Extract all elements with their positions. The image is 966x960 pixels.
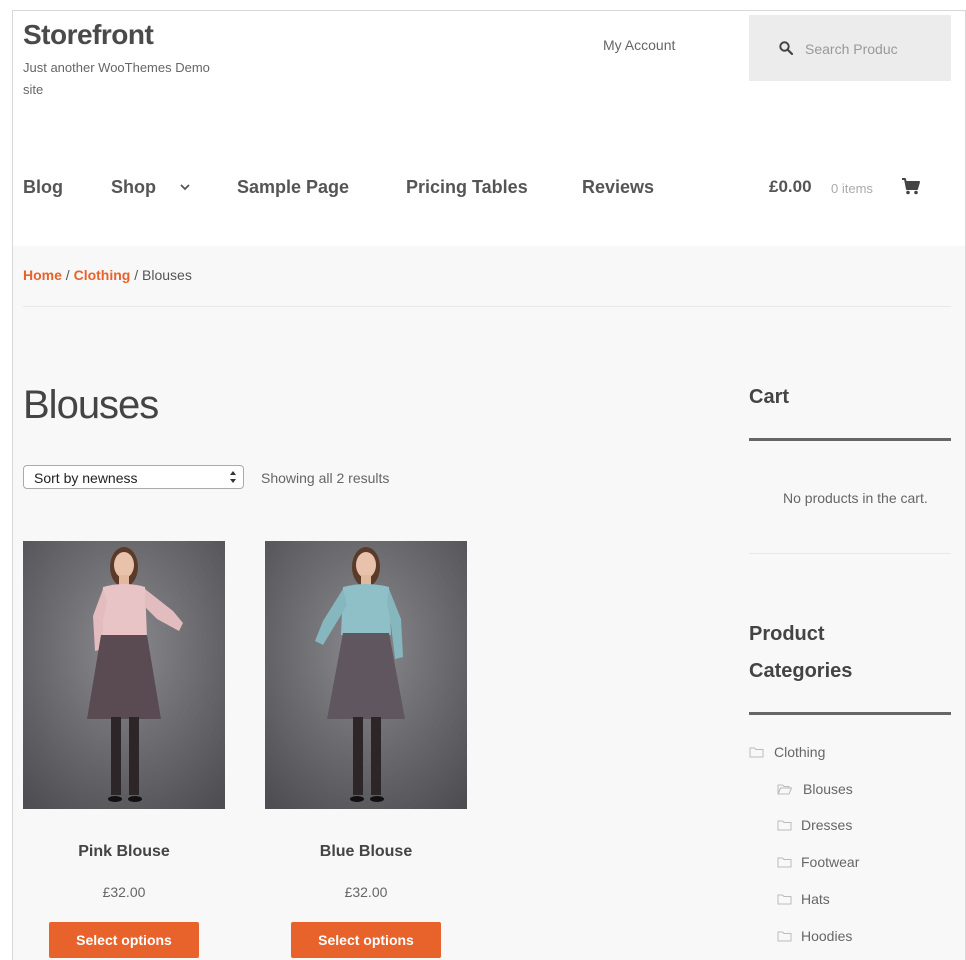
category-item-hoodies[interactable]: Hoodies [801,928,852,944]
breadcrumb-divider [23,306,951,307]
sort-select[interactable]: Sort by newness [23,465,244,489]
breadcrumb-current: Blouses [142,267,192,283]
site-description: Just another WooThemes Demo site [23,60,210,97]
breadcrumb-separator: / [130,267,143,283]
folder-icon [749,747,764,758]
categories-widget-divider [749,712,951,715]
cart-widget-bottom-divider [749,553,951,554]
product-price: £32.00 [102,884,146,900]
folder-icon [777,894,792,905]
select-options-button[interactable]: Select options [291,922,441,958]
nav-item-shop[interactable]: Shop [111,177,156,198]
page-title: Blouses [23,383,159,427]
page-frame: Storefront Just another WooThemes Demo s… [12,10,966,960]
folder-icon [777,820,792,831]
breadcrumb: Home / Clothing / Blouses [23,267,192,283]
category-item-dresses[interactable]: Dresses [801,817,852,833]
site-title[interactable]: Storefront [23,19,154,51]
header-cart-amount[interactable]: £0.00 [769,177,812,197]
product-name[interactable]: Blue Blouse [265,843,467,861]
breadcrumb-home[interactable]: Home [23,267,62,283]
sort-select-value: Sort by newness [34,470,138,486]
cart-widget-title: Cart [749,386,790,408]
category-item-hats[interactable]: Hats [801,891,830,907]
chevron-down-icon[interactable] [180,183,190,191]
breadcrumb-separator: / [61,267,74,283]
select-options-button[interactable]: Select options [49,922,199,958]
category-item-clothing[interactable]: Clothing [774,744,825,760]
search-box[interactable] [749,15,951,81]
category-item-footwear[interactable]: Footwear [801,854,859,870]
my-account-link[interactable]: My Account [603,37,675,53]
search-icon [779,41,793,55]
nav-item-pricing-tables[interactable]: Pricing Tables [406,177,528,198]
nav-item-reviews[interactable]: Reviews [582,177,654,198]
folder-open-icon [777,784,792,795]
header-cart-count[interactable]: 0 items [831,181,873,196]
category-item-blouses[interactable]: Blouses [803,781,853,797]
categories-widget-title: Product Categories [749,623,853,682]
nav-item-blog[interactable]: Blog [23,177,63,198]
folder-icon [777,931,792,942]
nav-item-sample-page[interactable]: Sample Page [237,177,349,198]
result-count: Showing all 2 results [261,470,390,486]
folder-icon [777,857,792,868]
site-header: Storefront Just another WooThemes Demo s… [13,11,965,246]
product-price: £32.00 [344,884,388,900]
product-name[interactable]: Pink Blouse [23,843,225,861]
product-image[interactable] [265,541,467,809]
cart-empty-message: No products in the cart. [783,490,928,506]
product-image[interactable] [23,541,225,809]
breadcrumb-clothing[interactable]: Clothing [74,267,131,283]
cart-widget-divider [749,438,951,441]
sort-arrows-icon [230,471,236,483]
search-input[interactable] [805,39,939,59]
cart-icon[interactable] [901,177,921,195]
